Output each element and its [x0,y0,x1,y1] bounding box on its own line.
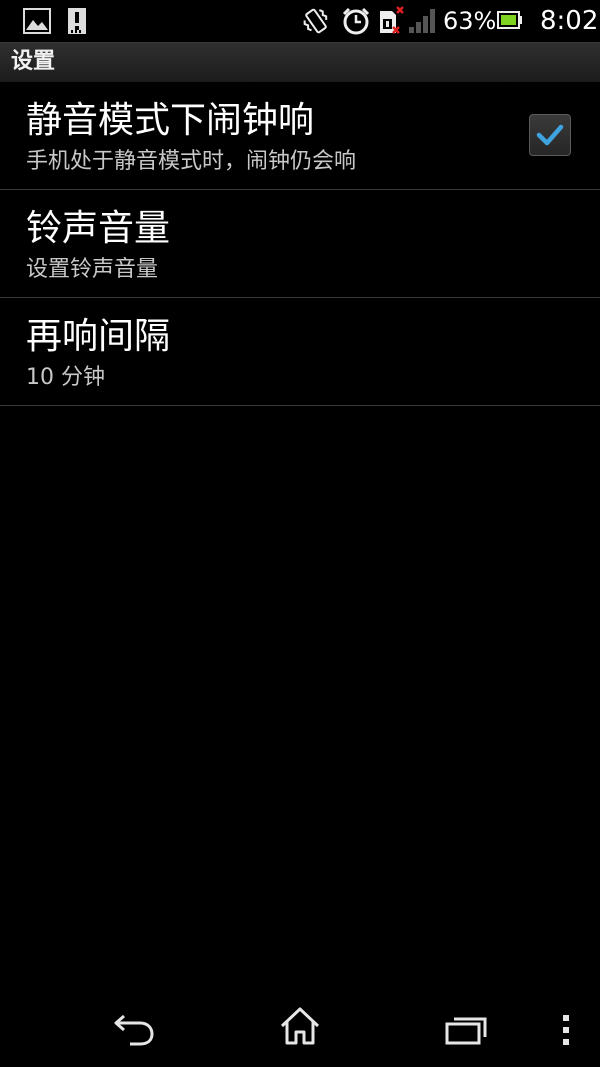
back-icon[interactable] [110,1012,158,1048]
setting-title: 静音模式下闹钟响 [26,100,315,141]
setting-snooze-interval[interactable]: 再响间隔 10 分钟 [0,298,600,406]
status-bar: 63% 8:02 [0,0,600,42]
recent-apps-icon[interactable] [444,1014,488,1046]
setting-summary: 10 分钟 [26,365,105,390]
home-icon[interactable] [278,1006,322,1046]
settings-list: 静音模式下闹钟响 手机处于静音模式时，闹钟仍会响 铃声音量 设置铃声音量 再响间… [0,82,600,406]
setting-summary: 手机处于静音模式时，闹钟仍会响 [26,149,357,174]
setting-title: 铃声音量 [26,208,171,249]
clock-time: 8:02 [540,6,599,36]
gallery-icon [23,8,51,34]
page-title: 设置 [11,49,56,74]
checkmark-icon [536,124,564,146]
setting-summary: 设置铃声音量 [26,257,159,282]
vibrate-icon [303,8,328,34]
setting-alarm-in-silent-mode[interactable]: 静音模式下闹钟响 手机处于静音模式时，闹钟仍会响 [0,82,600,190]
no-sim-icon [380,6,404,34]
title-bar: 设置 [0,42,600,82]
sd-card-icon [68,8,86,34]
menu-icon[interactable] [560,1014,572,1046]
battery-percent: 63% [443,7,497,35]
battery-icon [497,11,522,29]
navigation-bar [0,990,600,1067]
signal-icon [409,9,435,33]
setting-ringtone-volume[interactable]: 铃声音量 设置铃声音量 [0,190,600,298]
alarm-icon [342,7,370,35]
alarm-in-silent-checkbox[interactable] [529,114,571,156]
setting-title: 再响间隔 [26,316,171,357]
